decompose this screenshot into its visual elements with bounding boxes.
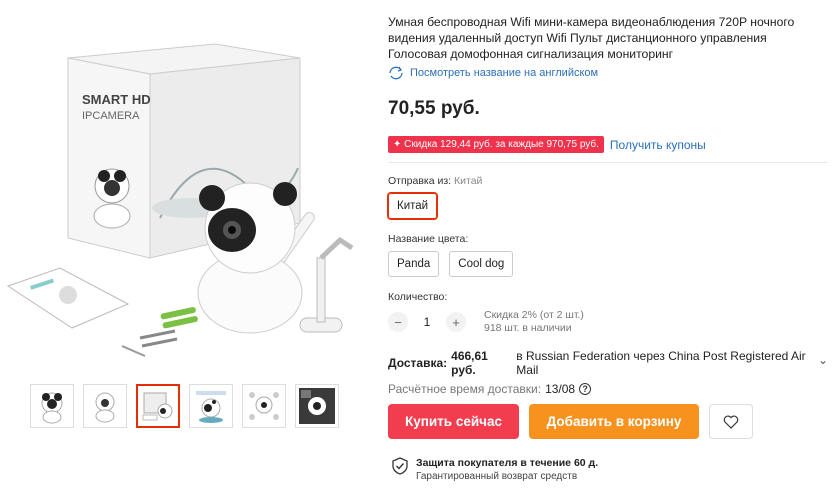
thumbnail-strip bbox=[30, 384, 339, 428]
delivery-row[interactable]: Доставка: 466,61 руб. в Russian Federati… bbox=[388, 349, 828, 377]
eta-date: 13/08 bbox=[545, 382, 576, 396]
translate-link-label: Посмотреть название на английском bbox=[410, 67, 599, 79]
quantity-stepper: − 1 + Скидка 2% (от 2 шт.) 918 шт. в нал… bbox=[388, 309, 828, 335]
quantity-label: Количество: bbox=[388, 291, 448, 303]
quantity-minus-button[interactable]: − bbox=[388, 312, 408, 332]
box-sub-text: IPCAMERA bbox=[82, 110, 140, 122]
ship-from-label: Отправка из: Китай bbox=[388, 175, 828, 187]
thumbnail-image bbox=[249, 392, 279, 420]
delivery-details: в Russian Federation через China Post Re… bbox=[516, 349, 806, 377]
quantity-notes: Скидка 2% (от 2 шт.) 918 шт. в наличии bbox=[484, 309, 584, 335]
delivery-eta: Расчётное время доставки: 13/08 ? bbox=[388, 382, 828, 396]
thumbnail-1[interactable] bbox=[30, 384, 74, 428]
thumbnail-4[interactable] bbox=[189, 384, 233, 428]
action-buttons: Купить сейчас Добавить в корзину bbox=[388, 404, 753, 439]
heart-icon bbox=[723, 415, 739, 429]
delivery-label: Доставка: bbox=[388, 356, 448, 370]
translate-title-link[interactable]: Посмотреть название на английском bbox=[388, 66, 828, 80]
thumbnail-3-selected[interactable] bbox=[136, 384, 180, 428]
product-title: Умная беспроводная Wifi мини-камера виде… bbox=[388, 15, 795, 61]
divider bbox=[388, 162, 828, 163]
coupon-row: ✦ Скидка 129,44 руб. за каждые 970,75 ру… bbox=[388, 136, 828, 153]
ship-from-option-china[interactable]: Китай bbox=[388, 193, 438, 219]
eta-label: Расчётное время доставки: bbox=[388, 382, 542, 396]
protection-subtitle: Гарантированный возврат средств bbox=[416, 471, 578, 482]
quantity-value[interactable]: 1 bbox=[422, 315, 432, 329]
product-price: 70,55 руб. bbox=[388, 98, 480, 119]
chevron-down-icon: ⌄ bbox=[817, 353, 828, 367]
thumbnail-image bbox=[196, 391, 226, 423]
ship-from-label-text: Отправка из: bbox=[388, 175, 452, 187]
thumbnail-image bbox=[142, 392, 173, 421]
quantity-plus-button[interactable]: + bbox=[446, 312, 466, 332]
buy-now-button[interactable]: Купить сейчас bbox=[388, 404, 519, 439]
translate-icon bbox=[389, 66, 403, 80]
ship-from-value: Китай bbox=[454, 175, 483, 187]
buyer-protection: Защита покупателя в течение 60 д. Гарант… bbox=[392, 457, 598, 482]
protection-text: Защита покупателя в течение 60 д. Гарант… bbox=[416, 457, 598, 482]
coupon-badge-icon: ✦ bbox=[393, 139, 405, 150]
thumbnail-6[interactable] bbox=[295, 384, 339, 428]
color-option-cool-dog[interactable]: Cool dog bbox=[449, 251, 514, 277]
delivery-price: 466,61 руб. bbox=[451, 349, 488, 377]
thumbnail-image bbox=[299, 388, 335, 424]
product-photo: SMART HD IPCAMERA bbox=[6, 43, 354, 357]
ship-from-options: Китай bbox=[388, 193, 828, 219]
shield-check-icon bbox=[392, 457, 408, 475]
box-brand-text: SMART HD bbox=[82, 92, 151, 107]
coupon-badge: ✦ Скидка 129,44 руб. за каждые 970,75 ру… bbox=[388, 136, 604, 153]
thumbnail-image bbox=[95, 392, 115, 423]
stock-note: 918 шт. в наличии bbox=[484, 322, 572, 334]
main-product-image[interactable]: SMART HD IPCAMERA bbox=[0, 18, 372, 368]
thumbnail-5[interactable] bbox=[242, 384, 286, 428]
add-to-cart-button[interactable]: Добавить в корзину bbox=[529, 404, 699, 439]
color-label: Название цвета: bbox=[388, 233, 469, 245]
color-options: Panda Cool dog bbox=[388, 251, 828, 277]
protection-title: Защита покупателя в течение 60 д. bbox=[416, 457, 599, 469]
coupon-badge-text: Скидка 129,44 руб. за каждые 970,75 руб. bbox=[404, 139, 599, 150]
thumbnail-image bbox=[41, 392, 63, 424]
wishlist-button[interactable] bbox=[709, 404, 753, 439]
product-info: Умная беспроводная Wifi мини-камера виде… bbox=[388, 14, 828, 396]
thumbnail-2[interactable] bbox=[83, 384, 127, 428]
help-icon[interactable]: ? bbox=[579, 383, 592, 395]
color-option-panda[interactable]: Panda bbox=[388, 251, 440, 277]
bulk-discount-note: Скидка 2% (от 2 шт.) bbox=[484, 309, 584, 321]
get-coupons-link[interactable]: Получить купоны bbox=[610, 138, 706, 152]
